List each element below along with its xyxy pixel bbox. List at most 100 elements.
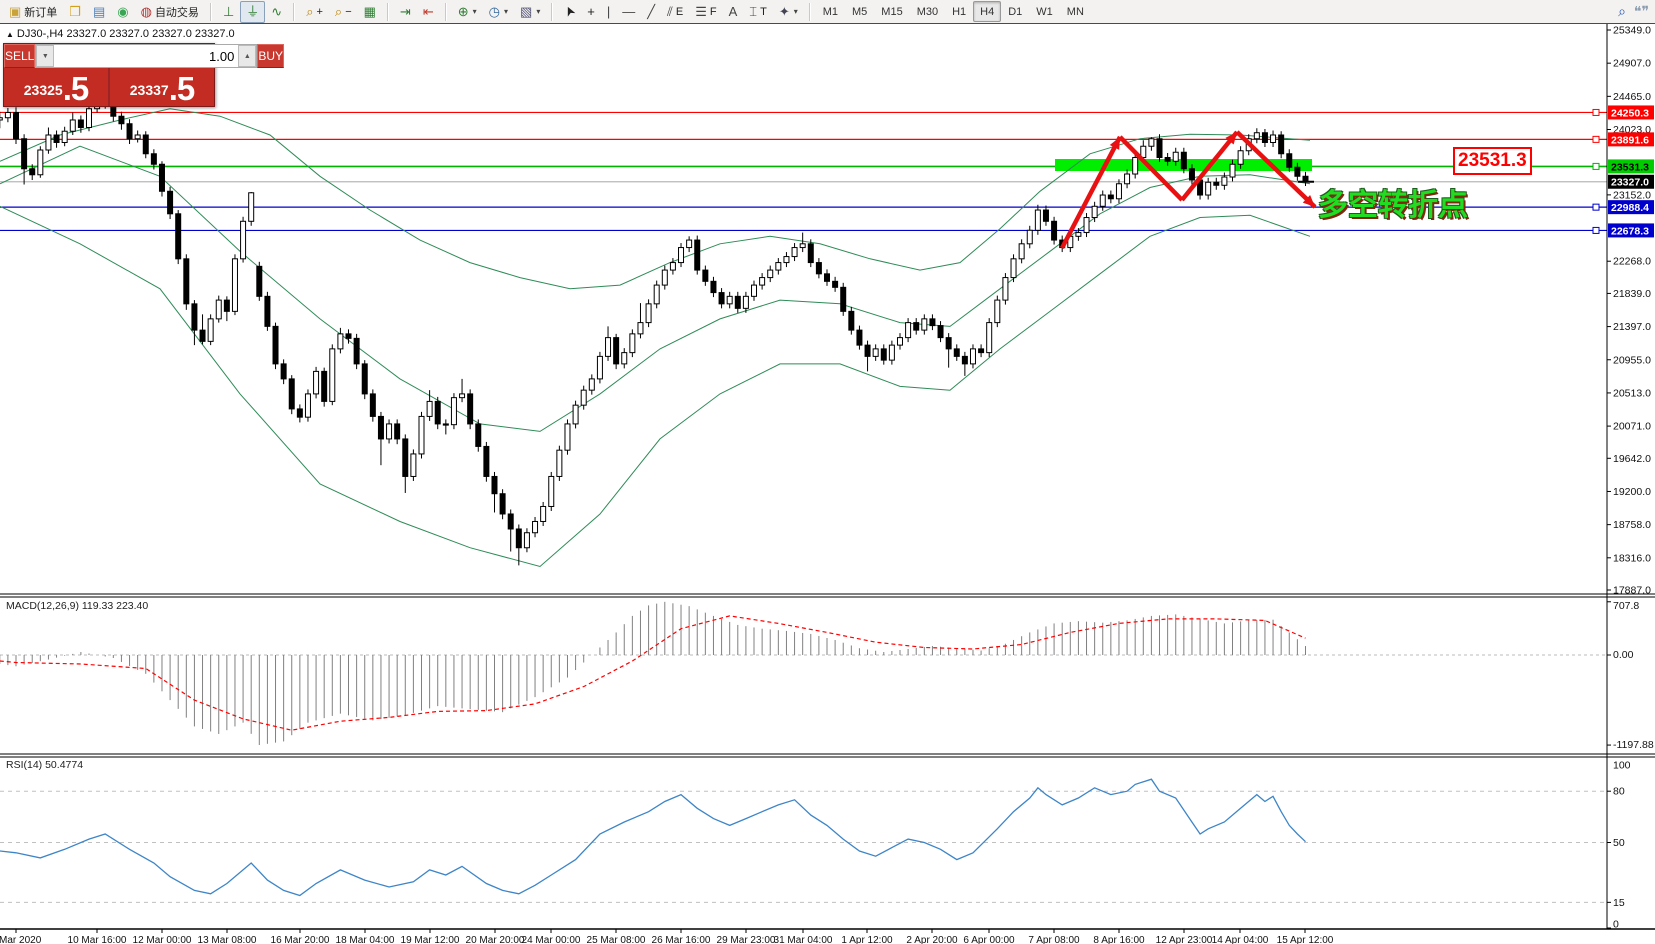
- buy-button[interactable]: BUY: [257, 44, 284, 68]
- rsi-axis-label: 0: [1613, 919, 1619, 931]
- volume-increase-button[interactable]: ▲: [238, 45, 256, 67]
- timeframe-mn[interactable]: MN: [1060, 1, 1091, 22]
- chat-icon[interactable]: ❝❞: [1634, 3, 1649, 20]
- zoom-out-icon: ⌕: [335, 5, 342, 18]
- candle-body: [946, 338, 951, 349]
- chevron-down-icon[interactable]: ▾: [794, 7, 798, 16]
- autotrading-button[interactable]: ◍自动交易: [135, 1, 205, 23]
- candle-body: [54, 135, 59, 143]
- candle-body: [630, 334, 635, 353]
- line-handle[interactable]: [1593, 163, 1599, 169]
- timeframe-m1[interactable]: M1: [816, 1, 845, 22]
- candle-body: [1271, 135, 1276, 143]
- crosshair-button[interactable]: +: [581, 1, 601, 23]
- timeframe-m15[interactable]: M15: [874, 1, 909, 22]
- candle-body: [792, 248, 797, 257]
- candle-body: [14, 112, 19, 138]
- candle-body: [1100, 195, 1105, 206]
- zoom-out-button[interactable]: ⌕−: [329, 1, 358, 23]
- candle-body: [427, 401, 432, 416]
- chinese-annotation-text[interactable]: 多空转折点: [1318, 180, 1468, 224]
- rsi-line: [0, 779, 1305, 895]
- candle-body: [476, 424, 481, 447]
- candle-body: [833, 281, 838, 287]
- new-order-button[interactable]: ▣新订单: [3, 1, 63, 23]
- cursor-button[interactable]: ➤: [558, 1, 581, 23]
- bar-chart-button[interactable]: ⊥: [217, 1, 240, 23]
- candle-body: [1214, 182, 1219, 185]
- channel-button[interactable]: ⫽E: [661, 1, 689, 23]
- search-icon[interactable]: ⌕: [1618, 3, 1626, 20]
- candle-body: [597, 356, 602, 379]
- indicators-button[interactable]: ⊕▾: [452, 1, 483, 23]
- periods-button[interactable]: ◷▾: [483, 1, 514, 23]
- time-axis-label: 6 Apr 00:00: [963, 935, 1015, 944]
- timeframe-w1[interactable]: W1: [1029, 1, 1060, 22]
- price-tag-label: 22988.4: [1611, 202, 1649, 214]
- macd-axis-label: 707.8: [1613, 600, 1639, 612]
- candle-body: [62, 131, 67, 142]
- candle-body: [5, 112, 10, 117]
- collapse-panel-icon[interactable]: ▲: [6, 30, 14, 39]
- line-handle[interactable]: [1593, 136, 1599, 142]
- chevron-down-icon[interactable]: ▾: [536, 7, 540, 16]
- buy-price-button[interactable]: 23337.5: [108, 68, 214, 106]
- macd-axis-label: -1197.88: [1613, 739, 1654, 751]
- candle-body: [622, 353, 627, 364]
- candle-body: [1262, 133, 1267, 143]
- text-label-icon: ⌶: [749, 5, 757, 18]
- price-callout-box[interactable]: 23531.3: [1453, 147, 1532, 175]
- autotrading-button-label: 自动交易: [155, 4, 199, 20]
- sell-button[interactable]: SELL: [4, 44, 35, 68]
- timeframe-h1[interactable]: H1: [945, 1, 973, 22]
- autoscroll-button[interactable]: ⇥: [394, 1, 417, 23]
- time-axis-label: 19 Mar 12:00: [401, 935, 460, 944]
- timeframe-d1[interactable]: D1: [1001, 1, 1029, 22]
- candle-body: [346, 334, 351, 339]
- candle-body: [743, 296, 748, 308]
- signals-button[interactable]: ◉: [111, 1, 134, 23]
- timeframe-m30[interactable]: M30: [910, 1, 945, 22]
- candle-body: [970, 349, 975, 364]
- candle-body: [1189, 169, 1194, 180]
- candle-body: [289, 379, 294, 409]
- horizontal-line-button[interactable]: —: [616, 1, 641, 23]
- candle-body: [1222, 177, 1227, 185]
- line-handle[interactable]: [1593, 109, 1599, 115]
- line-chart-icon: ∿: [271, 5, 282, 18]
- candle-body: [1003, 278, 1008, 301]
- arrows-button[interactable]: ✦▾: [773, 1, 804, 23]
- candlestick-chart-button[interactable]: ⏚: [240, 1, 265, 23]
- text-label-button[interactable]: ⌶T: [743, 1, 773, 23]
- macd-pane: MACD(12,26,9) 119.33 223.40: [0, 600, 1607, 745]
- candle-body: [995, 300, 1000, 323]
- chart-shift-button[interactable]: ⇤: [417, 1, 440, 23]
- volume-input[interactable]: [54, 45, 238, 67]
- chevron-down-icon[interactable]: ▾: [473, 7, 477, 16]
- symbol-ohlc-line: ▲DJ30-,H4 23327.0 23327.0 23327.0 23327.…: [6, 28, 235, 40]
- templates-button[interactable]: ▧▾: [514, 1, 546, 23]
- sell-price-button[interactable]: 23325.5: [4, 68, 108, 106]
- trendline-button[interactable]: ╱: [641, 1, 661, 23]
- fibonacci-button-label: F: [710, 6, 717, 18]
- line-handle[interactable]: [1593, 204, 1599, 210]
- line-chart-button[interactable]: ∿: [265, 1, 288, 23]
- charts-button[interactable]: ❒: [63, 1, 87, 23]
- clock-icon: ◷: [489, 5, 500, 18]
- candle-body: [232, 259, 237, 312]
- volume-decrease-button[interactable]: ▼: [36, 45, 54, 67]
- line-handle[interactable]: [1593, 227, 1599, 233]
- text-button[interactable]: A: [723, 1, 744, 23]
- fibonacci-button[interactable]: ☰F: [689, 1, 722, 23]
- timeframe-m5[interactable]: M5: [845, 1, 874, 22]
- zoom-in-button[interactable]: ⌕+: [300, 1, 329, 23]
- one-click-trade-panel: SELL ▼ ▲ BUY 23325.5 23337.5: [3, 43, 215, 107]
- cursor-icon: ➤: [562, 4, 578, 19]
- profile-button[interactable]: ▤: [87, 1, 111, 23]
- timeframe-h4[interactable]: H4: [973, 1, 1001, 22]
- vertical-line-button[interactable]: |: [601, 1, 616, 23]
- tile-windows-button[interactable]: ▦: [358, 1, 382, 23]
- chart-area[interactable]: MACD(12,26,9) 119.33 223.40 RSI(14) 50.4…: [0, 24, 1655, 944]
- chevron-down-icon[interactable]: ▾: [504, 7, 508, 16]
- buy-price-main: 23337: [130, 75, 169, 105]
